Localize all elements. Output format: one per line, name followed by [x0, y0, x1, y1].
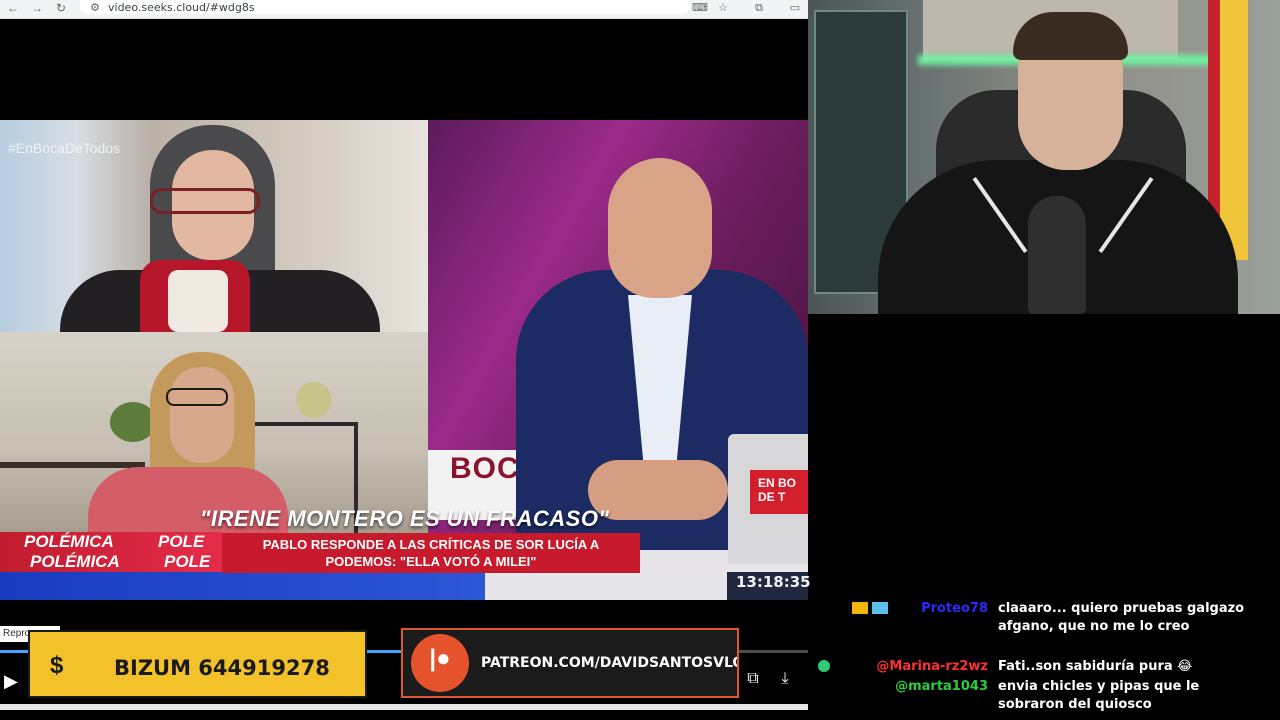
- chat-badges: [852, 602, 892, 616]
- chat-text: Fati..son sabiduría pura 😂: [998, 659, 1193, 674]
- bottom-scrollbar[interactable]: [0, 704, 808, 710]
- subheadline-line1: PABLO RESPONDE A LAS CRÍTICAS DE SOR LUC…: [262, 537, 600, 552]
- ticker-strip: [0, 572, 808, 600]
- reload-icon[interactable]: ↻: [54, 1, 68, 15]
- chat-text: envia chicles y pipas que le sobraron de…: [998, 679, 1200, 712]
- dollar-icon: $: [50, 652, 64, 679]
- extensions-icon[interactable]: ⧉: [752, 1, 766, 15]
- play-icon[interactable]: ▶: [4, 670, 22, 692]
- laptop-text: EN BO DE T: [758, 476, 796, 504]
- shelf: [0, 462, 145, 468]
- patreon-banner: |● PATREON.COM/DAVIDSANTOSVLOG: [401, 628, 739, 698]
- globe: [296, 382, 332, 418]
- site-info-icon[interactable]: ⚙: [88, 1, 102, 15]
- hair: [1013, 12, 1128, 60]
- badge-icon: [852, 602, 868, 614]
- head: [608, 158, 712, 298]
- chat-text: claaaro... quiero pruebas galgazo afgano…: [998, 601, 1245, 634]
- browser-toolbar: ← → ↻ ⚙ video.seeks.cloud/#wdg8s ⌨ ☆ ⧉ ▭: [0, 0, 808, 19]
- url-text[interactable]: video.seeks.cloud/#wdg8s: [108, 1, 255, 14]
- crown-badge-icon: [872, 602, 888, 614]
- laptop-text-line2: DE T: [758, 490, 786, 504]
- chat-username[interactable]: @Marina-rz2wz: [842, 658, 988, 676]
- glasses: [150, 188, 260, 214]
- spain-flag-yellow: [1220, 0, 1248, 260]
- subheadline: PABLO RESPONDE A LAS CRÍTICAS DE SOR LUC…: [222, 533, 640, 573]
- program-hashtag: #EnBocaDeTodos: [8, 140, 121, 156]
- eye-badge-icon: [818, 660, 830, 672]
- headline: "IRENE MONTERO ES UN FRACASO": [200, 506, 610, 531]
- glasses: [166, 388, 228, 406]
- cast-icon[interactable]: ⧉: [742, 668, 764, 690]
- patreon-icon: |●: [429, 645, 451, 672]
- polemica-bar: POLÉMICA POLÉMICA POLE POLE: [0, 532, 222, 572]
- broadcast-clock: 13:18:35: [736, 573, 811, 591]
- laptop-text-line1: EN BO: [758, 476, 797, 490]
- forward-icon[interactable]: →: [30, 1, 44, 15]
- polemica-label: POLÉMICA: [30, 552, 120, 571]
- back-icon[interactable]: ←: [6, 1, 20, 15]
- translate-icon[interactable]: ⌨: [692, 1, 708, 15]
- face: [170, 367, 234, 463]
- chat-username[interactable]: @marta1043: [842, 678, 988, 696]
- collar: [168, 270, 228, 332]
- polemica-label: POLÉMICA: [24, 532, 114, 551]
- download-icon[interactable]: ⤓: [774, 668, 796, 690]
- chat-overlay: Proteo78 claaaro... quiero pruebas galga…: [812, 600, 1280, 718]
- chat-username[interactable]: Proteo78: [892, 600, 988, 618]
- window-icon[interactable]: ▭: [788, 1, 802, 15]
- bizum-text: BIZUM 644919278: [114, 656, 330, 680]
- patreon-url: PATREON.COM/DAVIDSANTOSVLOG: [481, 655, 739, 671]
- streamer-webcam: [808, 0, 1280, 314]
- subheadline-line2: PODEMOS: "ELLA VOTÓ A MILEI": [325, 554, 537, 569]
- pole-label: POLE: [164, 552, 211, 571]
- pole-label: POLE: [158, 532, 205, 551]
- bizum-banner: $ BIZUM 644919278: [28, 630, 367, 698]
- guest-panel-nun: #EnBocaDeTodos: [0, 120, 428, 332]
- bookmark-star-icon[interactable]: ☆: [716, 1, 730, 15]
- microphone-icon: [1028, 196, 1086, 314]
- video-frame[interactable]: #EnBocaDeTodos BOCA EN BO DE T POLÉMICA …: [0, 19, 811, 600]
